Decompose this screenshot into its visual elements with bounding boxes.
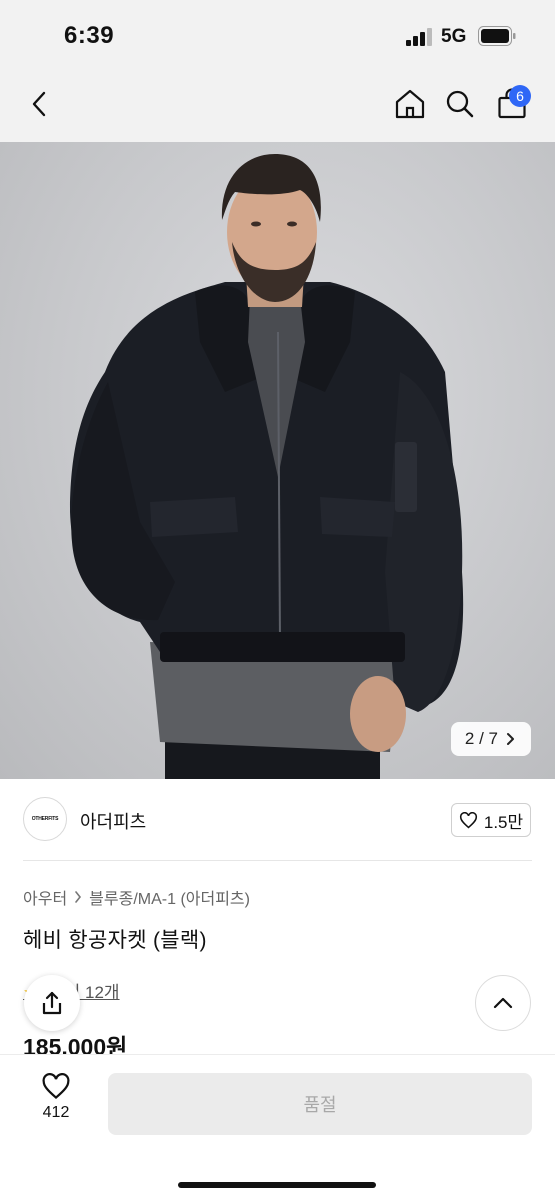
product-image[interactable] bbox=[0, 142, 555, 779]
heart-icon bbox=[42, 1073, 70, 1100]
chevron-right-icon bbox=[507, 733, 514, 745]
nav-bar: 6 bbox=[0, 70, 555, 142]
share-icon bbox=[42, 991, 62, 1015]
brand-row: OTHERFITS 아더피츠 1.5만 bbox=[0, 779, 555, 861]
chevron-right-icon bbox=[75, 891, 82, 903]
brand-like-button[interactable]: 1.5만 bbox=[451, 803, 531, 837]
model-photo bbox=[70, 154, 464, 779]
breadcrumb-subcategory[interactable]: 블루종/MA-1 (아더피츠) bbox=[89, 885, 250, 909]
share-button[interactable] bbox=[24, 975, 80, 1031]
image-counter-label: 2 / 7 bbox=[464, 729, 498, 748]
brand-logo-text: OTHERFITS bbox=[31, 816, 59, 822]
signal-icon bbox=[406, 28, 432, 46]
home-indicator bbox=[178, 1182, 376, 1188]
search-button[interactable] bbox=[438, 82, 482, 126]
divider bbox=[23, 860, 532, 861]
status-bar: 6:39 5G bbox=[0, 0, 555, 70]
search-icon bbox=[446, 90, 474, 118]
soldout-button[interactable]: 품절 bbox=[108, 1073, 532, 1135]
scroll-top-button[interactable] bbox=[475, 975, 531, 1031]
cart-count-badge: 6 bbox=[509, 85, 531, 107]
chevron-left-icon bbox=[32, 91, 46, 117]
heart-icon bbox=[459, 811, 477, 828]
wish-button[interactable]: 412 bbox=[26, 1073, 86, 1137]
brand-logo[interactable]: OTHERFITS bbox=[23, 797, 67, 841]
home-icon bbox=[395, 89, 425, 119]
breadcrumb: 아우터 블루종/MA-1 (아더피츠) bbox=[23, 885, 250, 909]
breadcrumb-category[interactable]: 아우터 bbox=[23, 885, 67, 909]
brand-like-count: 1.5만 bbox=[483, 812, 524, 832]
wish-count: 412 bbox=[42, 1104, 70, 1121]
chevron-up-icon bbox=[493, 997, 513, 1009]
home-button[interactable] bbox=[388, 82, 432, 126]
bottom-action-bar: 412 품절 bbox=[0, 1054, 555, 1200]
status-time: 6:39 bbox=[64, 22, 115, 49]
battery-icon bbox=[478, 26, 516, 46]
brand-name[interactable]: 아더피츠 bbox=[80, 808, 146, 834]
network-label: 5G bbox=[441, 26, 467, 47]
back-button[interactable] bbox=[18, 82, 62, 126]
image-counter[interactable]: 2 / 7 bbox=[450, 722, 531, 756]
product-title: 헤비 항공자켓 (블랙) bbox=[23, 929, 207, 952]
